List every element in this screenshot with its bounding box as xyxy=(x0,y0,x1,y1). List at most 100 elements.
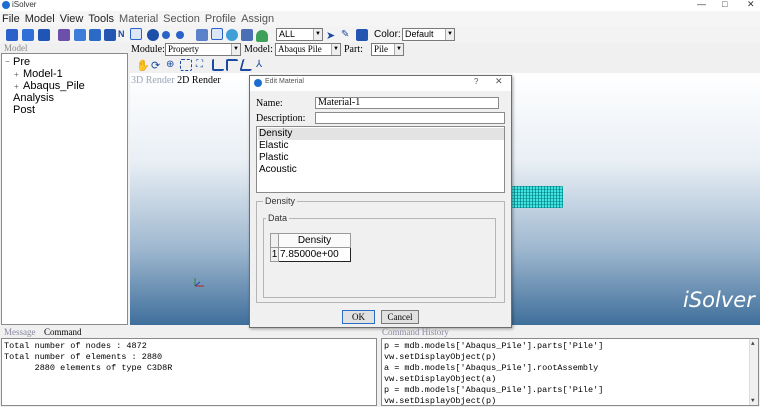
menu-file[interactable]: File xyxy=(2,13,20,25)
menu-tools[interactable]: Tools xyxy=(88,13,114,25)
tree-item-model-1[interactable]: Model-1 xyxy=(23,68,63,80)
title-bar: iSolver — □ ✕ xyxy=(0,0,760,11)
mesh-icon[interactable] xyxy=(104,29,116,41)
top-view-icon[interactable] xyxy=(226,59,238,71)
render-icon[interactable] xyxy=(226,29,238,41)
column-header-density[interactable]: Density xyxy=(278,233,351,248)
app-icon xyxy=(254,79,262,87)
tab-message[interactable]: Message xyxy=(4,327,36,337)
model-value: Abaqus Pile xyxy=(278,44,322,54)
box-select-icon[interactable] xyxy=(356,29,368,41)
chevron-down-icon: ▼ xyxy=(445,29,454,40)
viewport-icon[interactable] xyxy=(130,28,142,40)
history-scrollbar[interactable]: ▲ ▼ xyxy=(749,339,758,405)
pen-icon[interactable]: ✎ xyxy=(341,29,353,41)
open-file-icon[interactable] xyxy=(22,29,34,41)
view-toolbar: ✋ ⟳ ⊕ ⛶ ⅄ xyxy=(130,57,760,73)
tree-item-post[interactable]: Post xyxy=(13,104,35,116)
color-value: Default xyxy=(405,29,434,39)
chevron-down-icon: ▼ xyxy=(394,44,403,55)
tab-2d-render[interactable]: 2D Render xyxy=(177,75,221,86)
chevron-down-icon: ▼ xyxy=(313,29,322,40)
behavior-item-elastic[interactable]: Elastic xyxy=(258,140,504,152)
pan-hand-icon[interactable]: ✋ xyxy=(136,59,150,72)
history-line: vw.setDisplayObject(p) xyxy=(384,396,497,406)
cancel-button[interactable]: Cancel xyxy=(381,310,419,324)
density-group: Density Data Density 1 7.85000e+00 xyxy=(256,196,505,303)
tab-3d-render[interactable]: 3D Render xyxy=(131,75,175,86)
behavior-item-density[interactable]: Density xyxy=(258,128,504,140)
part-label: Part: xyxy=(344,44,363,55)
minimize-button[interactable]: — xyxy=(697,0,706,10)
zoom-box-icon[interactable] xyxy=(180,59,192,71)
tree-expander[interactable]: + xyxy=(14,82,19,91)
model-panel-title: Model xyxy=(4,43,28,53)
side-view-icon[interactable] xyxy=(239,59,255,71)
save-icon[interactable] xyxy=(38,29,50,41)
filter-select[interactable]: ALL ▼ xyxy=(276,28,323,41)
history-line: p = mdb.models['Abaqus_Pile'].parts['Pil… xyxy=(384,341,604,351)
app-icon xyxy=(2,1,10,9)
new-file-icon[interactable] xyxy=(6,29,18,41)
cloud-icon[interactable] xyxy=(256,30,268,42)
density-table: Density 1 7.85000e+00 xyxy=(270,233,351,262)
n-icon[interactable]: N xyxy=(118,29,130,41)
model-select[interactable]: Abaqus Pile ▼ xyxy=(275,43,341,56)
message-tabs: Message Command xyxy=(0,327,380,338)
menu-section[interactable]: Section xyxy=(163,13,200,25)
part-icon[interactable] xyxy=(74,29,86,41)
dialog-title-bar: Edit Material ? ✕ xyxy=(250,76,511,91)
maximize-button[interactable]: □ xyxy=(722,0,727,10)
select-cursor-icon[interactable]: ➤ xyxy=(326,29,338,42)
tree-item-pre[interactable]: Pre xyxy=(13,56,30,68)
menu-view[interactable]: View xyxy=(60,13,84,25)
description-input[interactable] xyxy=(315,112,505,124)
history-line: p = mdb.models['Abaqus_Pile'].parts['Pil… xyxy=(384,385,604,395)
pile-mesh[interactable] xyxy=(511,186,563,208)
module-label: Module: xyxy=(131,44,165,55)
model-label: Model: xyxy=(244,44,273,55)
table-icon[interactable] xyxy=(241,29,253,41)
sphere-icon[interactable] xyxy=(147,29,159,41)
table-row: 1 7.85000e+00 xyxy=(270,247,351,262)
tree-item-abaqus-pile[interactable]: Abaqus_Pile xyxy=(23,80,85,92)
close-button[interactable]: ✕ xyxy=(747,0,755,10)
part-select[interactable]: Pile ▼ xyxy=(371,43,404,56)
menu-profile[interactable]: Profile xyxy=(205,13,236,25)
dialog-title: Edit Material xyxy=(265,78,304,85)
rotate-icon[interactable]: ⟳ xyxy=(151,59,163,72)
scroll-up-icon[interactable]: ▲ xyxy=(751,340,755,347)
behavior-item-acoustic[interactable]: Acoustic xyxy=(258,164,504,176)
wireframe-icon[interactable] xyxy=(211,28,223,40)
zoom-icon[interactable]: ⊕ xyxy=(166,59,178,71)
tree-expander[interactable]: + xyxy=(14,70,19,79)
chevron-down-icon: ▼ xyxy=(231,44,240,55)
command-history-panel: p = mdb.models['Abaqus_Pile'].parts['Pil… xyxy=(381,338,759,406)
dialog-close-button[interactable]: ✕ xyxy=(495,76,503,87)
help-button[interactable]: ? xyxy=(474,77,478,86)
assembly-icon[interactable] xyxy=(89,29,101,41)
name-input[interactable]: Material-1 xyxy=(315,97,499,109)
iso-view-icon[interactable]: ⅄ xyxy=(256,59,268,71)
menu-model[interactable]: Model xyxy=(25,13,55,25)
cube-icon[interactable] xyxy=(58,29,70,41)
scroll-down-icon[interactable]: ▼ xyxy=(751,397,755,404)
list-icon[interactable] xyxy=(196,29,208,41)
color-select[interactable]: Default ▼ xyxy=(402,28,455,41)
front-view-icon[interactable] xyxy=(212,59,224,71)
module-select[interactable]: Property ▼ xyxy=(165,43,241,56)
tab-command[interactable]: Command xyxy=(44,327,82,337)
menu-assign[interactable]: Assign xyxy=(241,13,274,25)
density-value-cell[interactable]: 7.85000e+00 xyxy=(278,247,351,262)
point-icon[interactable] xyxy=(176,31,184,39)
window-title: iSolver xyxy=(12,0,37,9)
tree-expander[interactable]: − xyxy=(5,57,10,66)
message-line: Total number of nodes : 4872 xyxy=(4,341,147,351)
tree-item-analysis[interactable]: Analysis xyxy=(13,92,54,104)
behavior-item-plastic[interactable]: Plastic xyxy=(258,152,504,164)
fit-view-icon[interactable]: ⛶ xyxy=(196,59,208,71)
dot-icon[interactable] xyxy=(162,31,170,39)
ok-button[interactable]: OK xyxy=(342,310,375,324)
menu-material[interactable]: Material xyxy=(119,13,158,25)
main-toolbar: N ALL ▼ ➤ ✎ Color: Default ▼ xyxy=(0,26,760,43)
